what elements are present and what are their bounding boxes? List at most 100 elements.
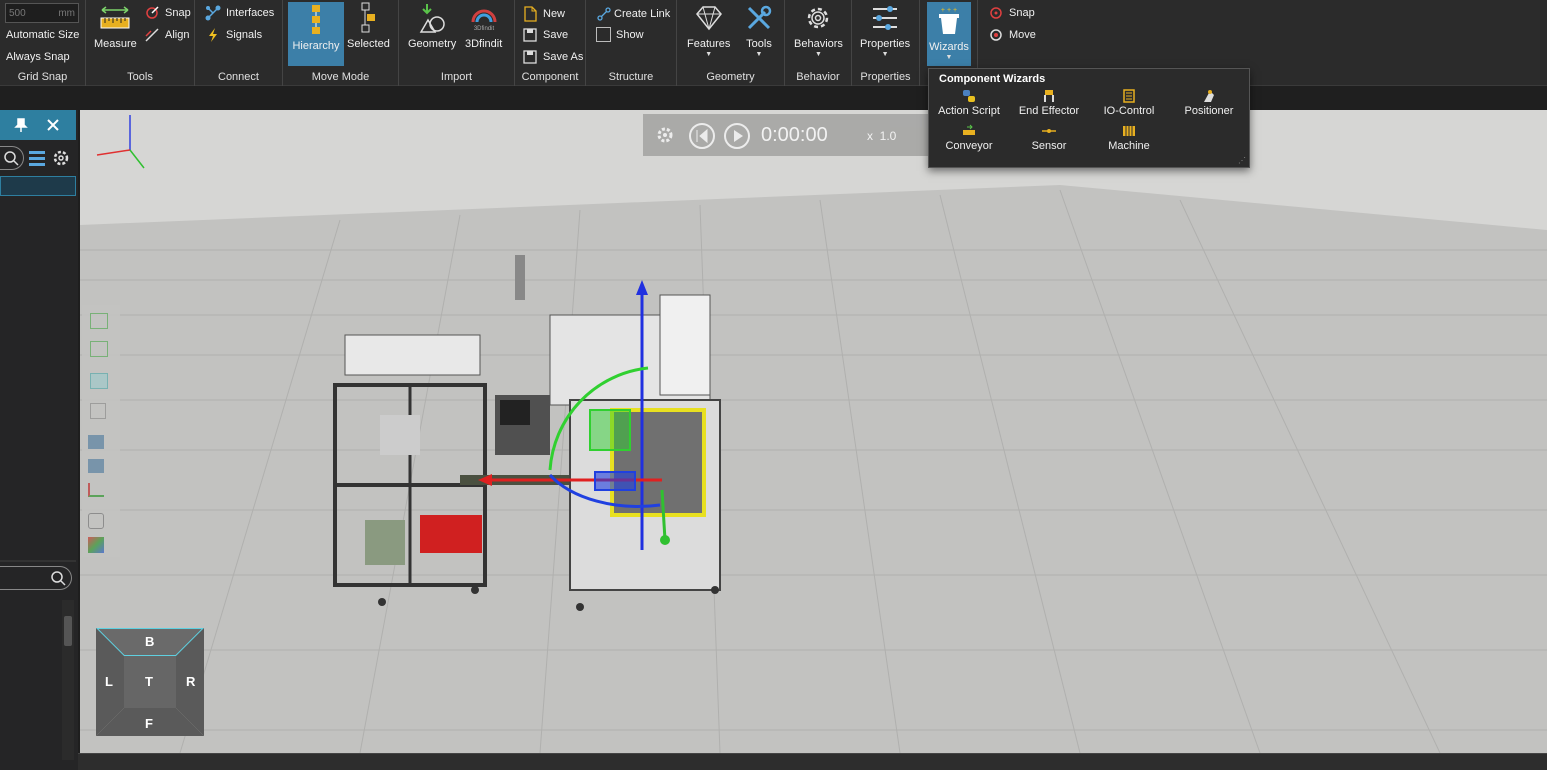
axes-icon[interactable] [88,483,104,497]
snap-tool-button[interactable]: Snap [144,5,191,21]
panel-header [0,110,76,140]
interfaces-button[interactable]: Interfaces [205,5,274,21]
scrollbar-thumb[interactable] [64,616,72,646]
create-link-button[interactable]: Create Link [596,6,670,22]
wizards-button[interactable]: + + + Wizards ▼ [927,2,971,66]
navcube-back[interactable]: B [145,634,154,649]
save-component-button[interactable]: Save [522,27,568,43]
gear-icon[interactable] [52,149,70,170]
sim-settings-gear-icon[interactable] [655,125,675,148]
automatic-size-button[interactable]: Automatic Size [6,29,79,41]
measure-button[interactable]: Measure [94,2,137,50]
render-mode-icon[interactable] [88,435,104,449]
group-behavior: Behaviors ▼ Behavior [785,0,852,86]
geometry-import-icon [416,2,448,34]
behaviors-button[interactable]: Behaviors ▼ [794,2,843,58]
interfaces-label: Interfaces [226,7,275,19]
group-properties: Properties ▼ Properties [852,0,920,86]
wizard-machine[interactable]: Machine [1089,124,1169,152]
search-icon[interactable] [0,146,24,170]
save-component-label: Save [543,29,569,41]
wizard-action-script[interactable]: Action Script [929,89,1009,117]
features-button[interactable]: Features ▼ [687,2,730,58]
grid-size-value: 500 [9,7,26,19]
fit-all-icon[interactable] [90,313,108,329]
show-checkbox-box[interactable] [596,27,611,42]
fit-selected-icon[interactable] [90,341,108,357]
navigation-cube[interactable]: B L T R F [93,627,207,736]
search-input[interactable] [0,566,72,590]
filter-icon[interactable] [28,149,46,170]
group-tools: Measure Snap Align Tools [86,0,195,86]
projection-icon[interactable] [88,459,104,473]
wizard-action-script-label: Action Script [938,105,1000,117]
chevron-down-icon: ▼ [945,54,953,61]
close-icon[interactable] [46,118,60,135]
group-geometry: Features ▼ Tools ▼ Geometry [677,0,785,86]
camera-icon[interactable] [88,513,104,529]
machine-icon [1123,126,1135,136]
navcube-right[interactable]: R [186,674,195,689]
3dfindit-button[interactable]: 3Dfindit 3Dfindit [465,2,502,50]
group-import: Geometry 3Dfindit 3Dfindit Import [399,0,515,86]
navcube-top[interactable]: T [145,674,153,689]
save-icon [522,27,538,43]
save-as-button[interactable]: Save As [522,49,583,65]
show-structure-checkbox[interactable]: Show [596,27,644,42]
group-title-tools: Tools [127,71,153,83]
move-label: Move [1009,29,1036,41]
geometry-tools-button[interactable]: Tools ▼ [743,2,775,58]
group-connect: Interfaces Signals Connect [195,0,283,86]
new-component-button[interactable]: New [522,6,565,22]
align-button[interactable]: Align [144,27,189,43]
play-icon[interactable] [723,122,751,153]
view-layout-icon[interactable] [90,373,108,389]
import-geometry-button[interactable]: Geometry [408,2,456,50]
svg-text:+ + +: + + + [941,7,957,14]
sim-time: 0:00:00 [761,124,828,146]
tree-selected-row[interactable] [0,176,76,196]
import-geometry-label: Geometry [408,38,457,50]
3d-viewport[interactable] [80,110,1547,753]
always-snap-button[interactable]: Always Snap [6,51,70,63]
navcube-front[interactable]: F [145,716,153,731]
resize-grip-icon[interactable]: ⋰ [1238,156,1246,165]
selected-icon [352,2,384,34]
signals-button[interactable]: Signals [205,27,262,43]
group-title-grid-snap: Grid Snap [17,71,68,83]
color-cube-icon[interactable] [88,537,104,553]
chevron-down-icon: ▼ [755,51,763,58]
3dfindit-icon: 3Dfindit [468,2,500,34]
selected-label: Selected [347,38,390,50]
rewind-icon[interactable] [688,122,716,153]
group-move-mode: Hierarchy Selected Move Mode [283,0,399,86]
hierarchy-button[interactable]: Hierarchy [288,2,344,66]
group-title-component: Component [521,71,579,83]
navcube-left[interactable]: L [105,674,113,689]
properties-button[interactable]: Properties ▼ [860,2,910,58]
3dfindit-label: 3Dfindit [465,38,503,50]
wizard-end-effector[interactable]: End Effector [1009,89,1089,117]
snap-button[interactable]: Snap [988,5,1035,21]
wizard-sensor-label: Sensor [1031,140,1067,152]
group-title-move-mode: Move Mode [311,71,370,83]
cube-icon[interactable] [90,403,106,419]
move-button[interactable]: Move [988,27,1036,43]
grid-size-input[interactable]: 500 mm [5,3,79,23]
wizard-sensor[interactable]: Sensor [1009,124,1089,152]
selected-button[interactable]: Selected [347,2,390,50]
new-file-icon [522,6,538,22]
hierarchy-label: Hierarchy [292,40,340,52]
link-icon [596,6,612,22]
hierarchy-icon [300,4,332,36]
properties-label: Properties [860,38,911,50]
wizard-io-control[interactable]: IO-Control [1089,89,1169,117]
pin-icon[interactable] [14,118,28,135]
output-bar [78,753,1547,770]
group-structure: Create Link Show Structure [586,0,677,86]
scrollbar[interactable] [62,600,74,760]
wizard-machine-label: Machine [1108,140,1150,152]
wizard-conveyor[interactable]: Conveyor [929,124,1009,152]
sim-speed[interactable]: x 1.0 [867,129,896,143]
wizard-positioner[interactable]: Positioner [1169,89,1249,117]
